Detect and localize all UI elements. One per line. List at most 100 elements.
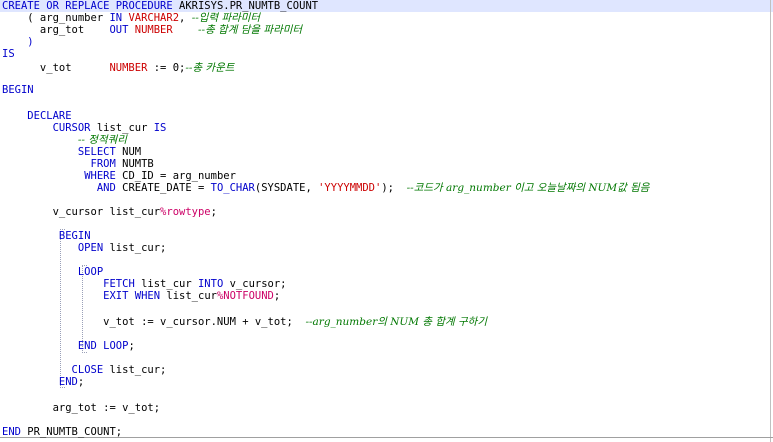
keyword: CREATE OR REPLACE: [2, 0, 116, 12]
code-text: v_tot := v_cursor.NUM + v_tot;: [2, 316, 306, 328]
code-line-2: ( arg_number IN VARCHAR2, --입력 파라미터: [0, 12, 260, 24]
keyword: OUT: [109, 24, 129, 36]
code-line-15: WHERE CD_ID = arg_number: [0, 170, 236, 182]
keyword: WHERE: [84, 170, 116, 182]
code-line-1: CREATE OR REPLACE PROCEDURE AKRISYS.PR_N…: [0, 0, 773, 12]
attribute: %rowtype: [160, 206, 211, 218]
code-text: NUM: [115, 146, 142, 158]
keyword: CLOSE: [71, 364, 104, 376]
code-text: arg_tot := v_tot;: [2, 402, 161, 414]
code-line-13: SELECT NUM: [0, 146, 141, 158]
code-text: list_cur: [134, 278, 198, 290]
type-name: VARCHAR2: [128, 12, 180, 24]
code-text: list_cur;: [103, 364, 167, 376]
code-text: CD_ID = arg_number: [115, 170, 236, 182]
code-line-24: FETCH list_cur INTO v_cursor;: [0, 278, 286, 290]
code-text: list_cur: [90, 122, 154, 134]
keyword: END LOOP: [77, 340, 129, 352]
comment: --총 카운트: [185, 62, 235, 74]
code-text: );: [381, 182, 407, 194]
code-text: v_cursor list_cur: [2, 206, 161, 218]
code-text: list_cur: [160, 290, 217, 302]
keyword: IS: [153, 122, 167, 134]
code-line-6: v_tot NUMBER := 0;--총 카운트: [0, 62, 235, 74]
identifier: AKRISYS.PR_NUMTB_COUNT: [172, 0, 319, 12]
code-text: v_tot: [2, 62, 110, 74]
code-text: ): [2, 36, 34, 48]
comment: --총 합계 담을 파라미터: [198, 24, 303, 36]
comment: --arg_number의 NUM 총 합계 구하기: [305, 316, 487, 328]
code-line-31: CLOSE list_cur;: [0, 364, 167, 376]
code-line-32: END;: [0, 376, 84, 388]
keyword: INTO: [197, 278, 224, 290]
code-line-4: ): [0, 36, 34, 48]
code-line-34: arg_tot := v_tot;: [0, 402, 160, 414]
code-text: NUMTB: [115, 158, 154, 170]
code-text: ;: [77, 376, 85, 388]
type-name: NUMBER: [134, 24, 173, 36]
code-line-27: v_tot := v_cursor.NUM + v_tot; --arg_num…: [0, 316, 487, 328]
keyword: CURSOR: [52, 122, 91, 134]
editor-right-border: [770, 0, 771, 442]
code-line-3: arg_tot OUT NUMBER --총 합계 담을 파라미터: [0, 24, 302, 36]
code-line-23: LOOP: [0, 266, 103, 278]
code-text: := 0;: [147, 62, 186, 74]
code-line-36: END PR_NUMTB_COUNT;: [0, 426, 122, 438]
code-text: PR_NUMTB_COUNT;: [20, 426, 123, 438]
string-literal: 'YYYYMMDD': [318, 182, 382, 194]
keyword: DECLARE: [27, 110, 72, 122]
keyword: BEGIN: [2, 84, 34, 96]
keyword: EXIT WHEN: [103, 290, 161, 302]
code-line-29: END LOOP;: [0, 340, 135, 352]
code-line-18: v_cursor list_cur%rowtype;: [0, 206, 217, 218]
code-text: ;: [128, 340, 135, 352]
keyword: TO_CHAR: [210, 182, 255, 194]
keyword: IN: [109, 12, 123, 24]
code-text: ;: [273, 290, 281, 302]
code-line-5: IS: [0, 48, 15, 60]
code-text: ;: [210, 206, 217, 218]
comment: -- 정적쿼리: [77, 134, 127, 146]
keyword: AND: [96, 182, 116, 194]
keyword: END: [58, 376, 78, 388]
code-line-21: OPEN list_cur;: [0, 242, 167, 254]
code-text: arg_tot: [2, 24, 110, 36]
code-line-10: DECLARE: [0, 110, 72, 122]
keyword: BEGIN: [58, 230, 91, 242]
code-text: ,: [179, 12, 192, 24]
code-text: (SYSDATE,: [254, 182, 319, 194]
sql-code-editor[interactable]: CREATE OR REPLACE PROCEDURE AKRISYS.PR_N…: [0, 0, 773, 442]
keyword: LOOP: [77, 266, 104, 278]
code-text: list_cur;: [103, 242, 167, 254]
code-line-8: BEGIN: [0, 84, 34, 96]
keyword: OPEN: [77, 242, 104, 254]
keyword: IS: [2, 48, 15, 60]
type-name: NUMBER: [109, 62, 148, 74]
code-text: CREATE_DATE =: [115, 182, 211, 194]
code-line-20: BEGIN: [0, 230, 91, 242]
keyword: FROM: [90, 158, 116, 170]
code-line-14: FROM NUMTB: [0, 158, 154, 170]
keyword: PROCEDURE: [115, 0, 173, 12]
code-text: ( arg_number: [2, 12, 110, 24]
comment: --입력 파라미터: [191, 12, 261, 24]
code-line-25: EXIT WHEN list_cur%NOTFOUND;: [0, 290, 280, 302]
code-line-11: CURSOR list_cur IS: [0, 122, 167, 134]
keyword: FETCH: [103, 278, 135, 290]
